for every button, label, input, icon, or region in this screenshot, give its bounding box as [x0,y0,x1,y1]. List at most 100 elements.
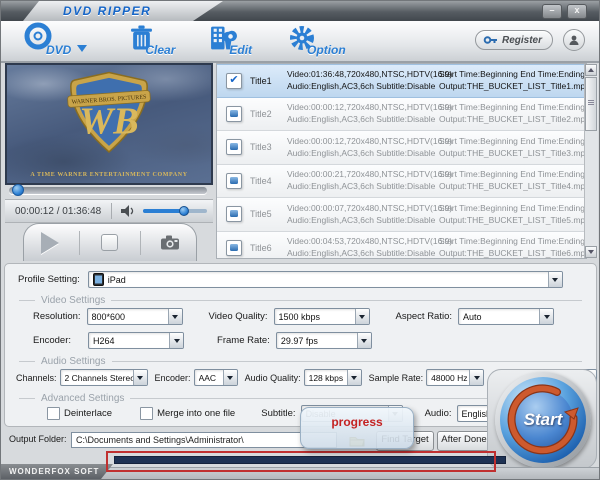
title-row[interactable]: Title1Video:01:36:48,720x480,NTSC,HDTV(1… [217,64,586,98]
volume-fill [143,209,181,213]
after-done-button[interactable]: After Done [437,431,491,451]
brand-label: WONDERFOX SOFT [9,467,99,476]
title-media-info: Video:00:00:07,720x480,NTSC,HDTV(16:9)Au… [287,204,439,225]
volume-thumb[interactable] [179,206,189,216]
brand-tab: WONDERFOX SOFT [1,464,113,479]
merge-label: Merge into one file [157,408,235,419]
output-folder-field[interactable]: C:\Documents and Settings\Administrator\ [71,432,337,448]
chevron-down-icon[interactable] [357,333,371,348]
title-output-info: Start Time:Beginning End Time:EndingOutp… [439,170,587,191]
title-item-icon[interactable] [226,206,242,222]
title-row[interactable]: Title3Video:00:00:12,720x480,NTSC,HDTV(1… [217,131,586,165]
title-media-info: Video:00:00:12,720x480,NTSC,HDTV(16:9)Au… [287,103,439,124]
title-media-info: Video:00:00:12,720x480,NTSC,HDTV(16:9)Au… [287,137,439,158]
title-checkbox-checked[interactable] [226,73,242,89]
speaker-icon[interactable] [120,204,137,218]
start-button[interactable]: Start [495,372,591,468]
sample-rate-select[interactable]: 48000 Hz [426,369,484,386]
player-controls [23,223,197,261]
seek-thumb[interactable] [12,184,24,196]
deinterlace-checkbox[interactable] [47,407,60,420]
edit-button[interactable]: Edit [209,25,252,57]
resolution-select[interactable]: 800*600 [87,308,183,325]
title-name: Title2 [250,109,287,119]
resolution-label: Resolution: [33,311,81,322]
title-name: Title6 [250,243,287,253]
chevron-down-icon[interactable] [347,370,361,385]
title-media-info: Video:00:04:53,720x480,NTSC,HDTV(16:9)Au… [287,237,439,258]
clear-button[interactable]: Clear [129,25,175,57]
encoder-select[interactable]: H264 [88,332,184,349]
chevron-down-icon[interactable] [223,370,237,385]
title-output-info: Start Time:Beginning End Time:EndingOutp… [439,237,587,258]
title-item-icon[interactable] [226,173,242,189]
video-quality-label: Video Quality: [209,311,268,322]
title-row[interactable]: Title5Video:00:00:07,720x480,NTSC,HDTV(1… [217,198,586,232]
chevron-down-icon[interactable] [133,370,147,385]
chevron-down-icon [588,250,594,257]
chevron-down-icon[interactable] [548,272,562,287]
title-item-icon[interactable] [226,139,242,155]
scrollbar-thumb[interactable] [585,77,597,131]
divider [140,231,141,255]
title-item-icon[interactable] [226,106,242,122]
dvd-ripper-window: DVD RIPPER – x DVD Clear Edit [0,0,600,480]
dvd-button[interactable]: DVD [23,25,87,57]
close-button[interactable]: x [567,4,587,19]
option-button[interactable]: Option [288,25,346,57]
title-name: Title1 [250,76,287,86]
title-output-info: Start Time:Beginning End Time:EndingOutp… [439,204,587,225]
clear-label: Clear [145,43,175,57]
progress-tooltip: progress [300,407,414,449]
audio-track-label: Audio: [425,408,452,419]
frame-rate-select[interactable]: 29.97 fps [276,332,372,349]
minimize-button[interactable]: – [542,4,562,19]
video-quality-select[interactable]: 1500 kbps [274,308,370,325]
stop-icon [101,234,118,251]
user-icon [568,34,580,46]
chevron-down-icon[interactable] [539,309,553,324]
chevron-down-icon[interactable] [355,309,369,324]
list-scrollbar[interactable] [584,64,598,258]
seek-slider[interactable] [9,187,207,194]
title-output-info: Start Time:Beginning End Time:EndingOutp… [439,137,587,158]
play-button[interactable] [28,228,72,258]
scroll-down-button[interactable] [585,246,597,258]
audio-settings-header: Audio Settings [19,356,582,367]
chevron-down-icon[interactable] [77,45,87,57]
key-icon [483,35,498,45]
title-name: Title4 [250,176,287,186]
channels-label: Channels: [16,373,57,383]
title-item-icon[interactable] [226,240,242,256]
title-name: Title5 [250,209,287,219]
snapshot-button[interactable] [148,228,192,258]
user-button[interactable] [563,29,585,51]
toolbar: DVD Clear Edit Option Register [1,21,600,63]
aspect-ratio-select[interactable]: Auto [458,308,554,325]
register-label: Register [502,35,542,46]
audio-quality-select[interactable]: 128 kbps [304,369,362,386]
profile-select[interactable]: iPad [88,271,563,288]
audio-encoder-select[interactable]: AAC [194,369,238,386]
title-row[interactable]: Title6Video:00:04:53,720x480,NTSC,HDTV(1… [217,232,586,260]
stop-button[interactable] [88,228,132,258]
register-button[interactable]: Register [475,30,553,50]
sample-rate-label: Sample Rate: [369,373,424,383]
chevron-down-icon[interactable] [469,370,483,385]
scroll-up-button[interactable] [585,64,597,76]
volume-slider[interactable] [143,209,207,213]
profile-setting-label: Profile Setting: [18,274,80,285]
start-label: Start [495,410,591,430]
chevron-down-icon[interactable] [168,309,182,324]
divider [79,231,80,255]
merge-checkbox[interactable] [140,407,153,420]
wb-caption: A TIME WARNER ENTERTAINMENT COMPANY [7,172,211,178]
ipad-icon [93,273,104,286]
title-bar[interactable]: DVD RIPPER – x [1,1,600,22]
chevron-down-icon[interactable] [169,333,183,348]
title-row[interactable]: Title4Video:00:00:21,720x480,NTSC,HDTV(1… [217,165,586,199]
audio-quality-label: Audio Quality: [245,373,301,383]
channels-select[interactable]: 2 Channels Stereo [60,369,148,386]
subtitle-label: Subtitle: [261,408,295,419]
title-row[interactable]: Title2Video:00:00:12,720x480,NTSC,HDTV(1… [217,98,586,132]
